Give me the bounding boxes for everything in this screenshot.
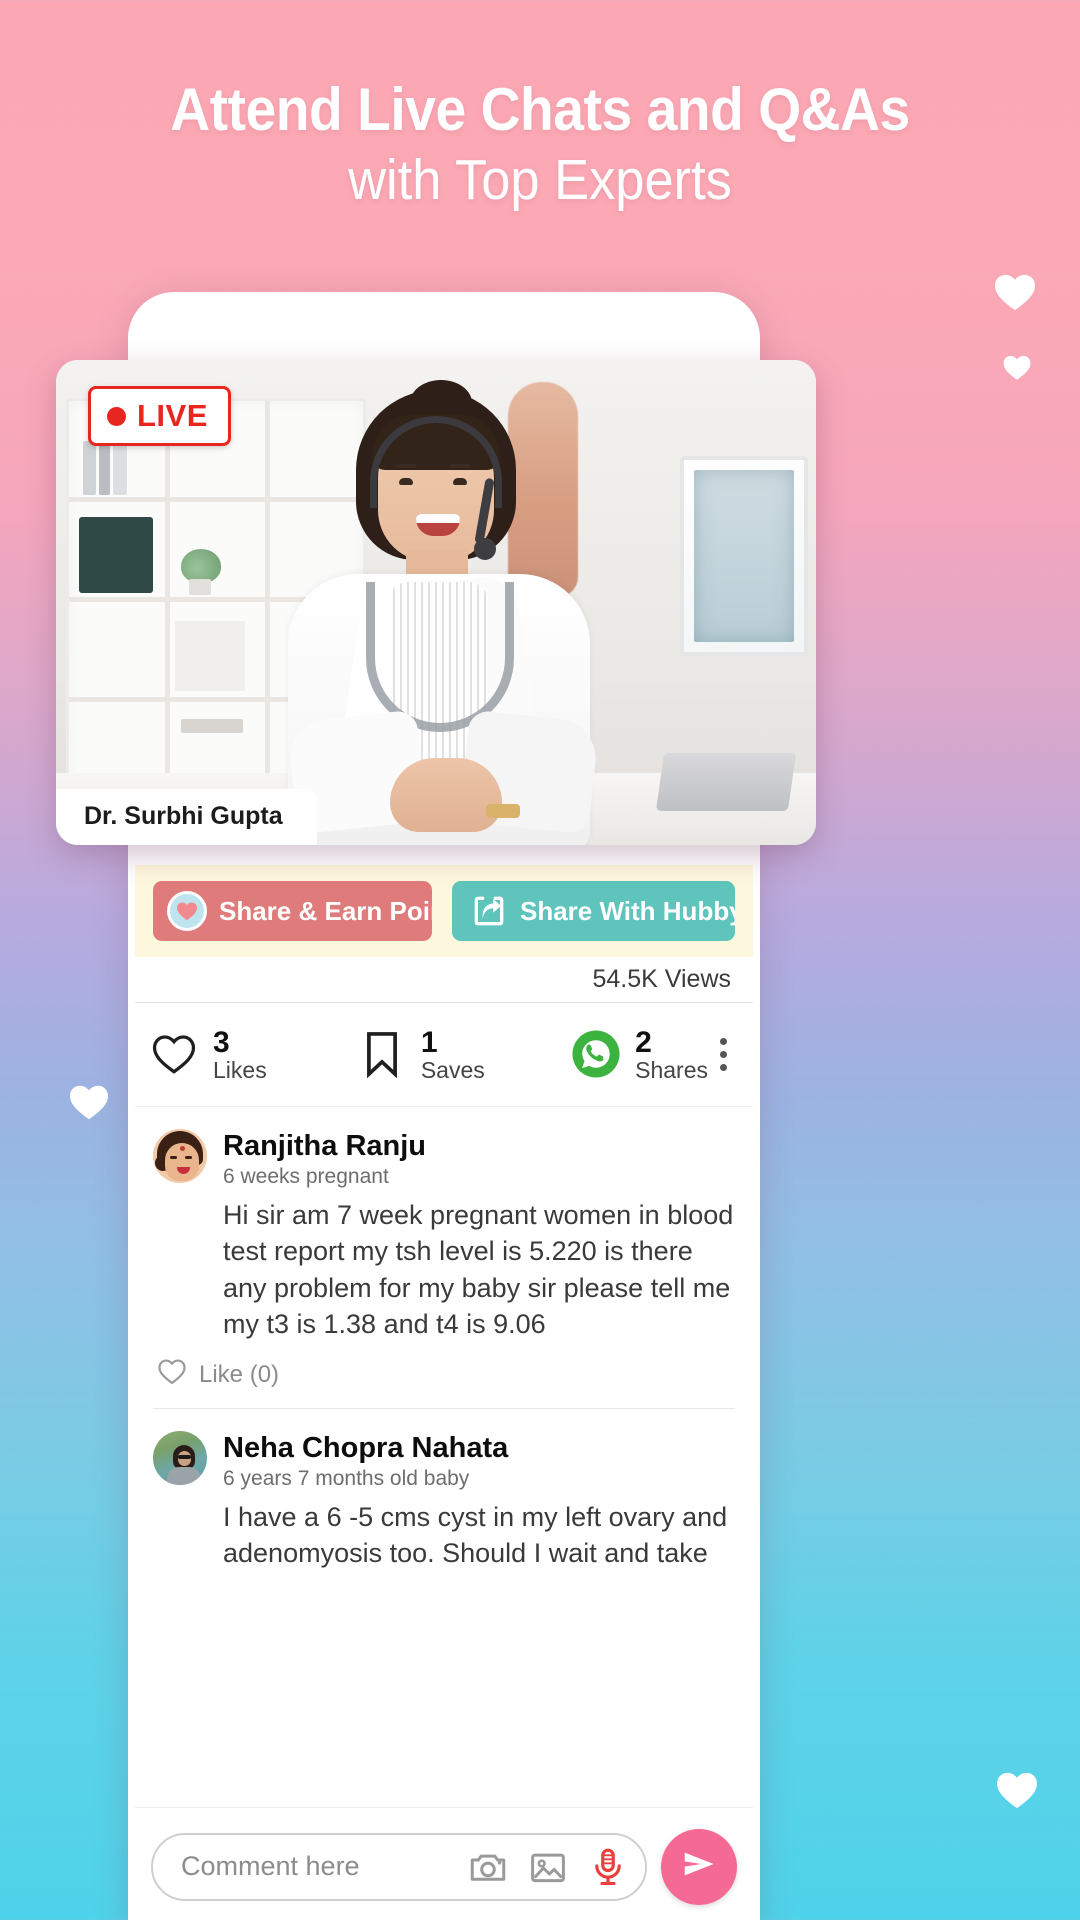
- whatsapp-icon: [571, 1029, 621, 1079]
- page-title: Attend Live Chats and Q&As: [170, 76, 910, 143]
- comment-body: I have a 6 -5 cms cyst in my left ovary …: [223, 1502, 728, 1569]
- hero-text-block: Attend Live Chats and Q&As with Top Expe…: [0, 76, 1080, 213]
- heart-in-circle-icon: [167, 891, 207, 931]
- engagement-bar: 3 Likes 1 Saves 2 Shares: [135, 1003, 753, 1107]
- views-row: 54.5K Views: [135, 957, 753, 1003]
- presenter-name-label: Dr. Surbhi Gupta: [56, 789, 317, 845]
- avatar: [153, 1430, 207, 1485]
- comments-list: Ranjitha Ranju 6 weeks pregnant Hi sir a…: [135, 1107, 753, 1572]
- red-dot-icon: [107, 406, 126, 426]
- send-button[interactable]: [661, 1828, 737, 1905]
- live-badge: LIVE: [88, 386, 231, 446]
- camera-icon[interactable]: [467, 1846, 509, 1888]
- likes-action[interactable]: 3 Likes: [149, 1025, 267, 1084]
- shares-count: 2: [635, 1025, 652, 1059]
- presenter-figure: [274, 380, 604, 845]
- shares-label: Shares: [635, 1057, 708, 1084]
- avatar: [153, 1129, 207, 1183]
- comment-body: Hi sir am 7 week pregnant women in blood…: [223, 1200, 734, 1339]
- comment-like-button[interactable]: Like (0): [153, 1342, 735, 1409]
- heart-outline-icon: [157, 1358, 187, 1392]
- share-and-earn-points-button[interactable]: Share & Earn Points: [153, 881, 432, 941]
- live-label: LIVE: [137, 398, 208, 433]
- heart-outline-icon: [149, 1029, 199, 1079]
- microphone-icon[interactable]: [587, 1846, 629, 1888]
- live-video-card[interactable]: LIVE Dr. Surbhi Gupta: [56, 360, 816, 845]
- share-arrow-icon: [470, 892, 508, 930]
- comment-input[interactable]: Comment here: [151, 1832, 647, 1901]
- comment-composer: Comment here: [135, 1807, 753, 1920]
- heart-icon: [1002, 354, 1032, 381]
- heart-icon: [995, 1770, 1039, 1810]
- share-actions-strip: Share & Earn Points Share With Hubby: [135, 865, 753, 957]
- saves-count: 1: [420, 1025, 438, 1059]
- send-paper-plane-icon: [679, 1844, 719, 1889]
- comment-author-meta: 6 years 7 months old baby: [223, 1467, 470, 1491]
- bookmark-icon: [357, 1029, 407, 1079]
- comment-item: Neha Chopra Nahata 6 years 7 months old …: [153, 1409, 735, 1572]
- shares-action[interactable]: 2 Shares: [571, 1025, 708, 1084]
- views-count: 54.5K Views: [592, 965, 731, 993]
- comment-input-placeholder: Comment here: [181, 1851, 360, 1881]
- comment-like-label: Like (0): [199, 1360, 280, 1388]
- kebab-menu-icon[interactable]: [708, 1032, 739, 1077]
- share-and-earn-points-label: Share & Earn Points: [219, 895, 432, 926]
- comment-item: Ranjitha Ranju 6 weeks pregnant Hi sir a…: [153, 1107, 735, 1409]
- comment-author-name: Neha Chopra Nahata: [223, 1431, 509, 1464]
- likes-label: Likes: [213, 1057, 267, 1084]
- page-subtitle: with Top Experts: [348, 147, 732, 212]
- share-with-hubby-label: Share With Hubby: [520, 895, 735, 926]
- saves-action[interactable]: 1 Saves: [357, 1025, 485, 1084]
- heart-icon: [993, 272, 1037, 312]
- comment-author-name: Ranjitha Ranju: [223, 1130, 427, 1162]
- share-with-hubby-button[interactable]: Share With Hubby: [452, 881, 735, 941]
- comment-author-meta: 6 weeks pregnant: [223, 1165, 389, 1189]
- image-icon[interactable]: [527, 1846, 569, 1888]
- likes-count: 3: [213, 1025, 230, 1059]
- saves-label: Saves: [420, 1057, 485, 1084]
- heart-icon: [68, 1083, 110, 1121]
